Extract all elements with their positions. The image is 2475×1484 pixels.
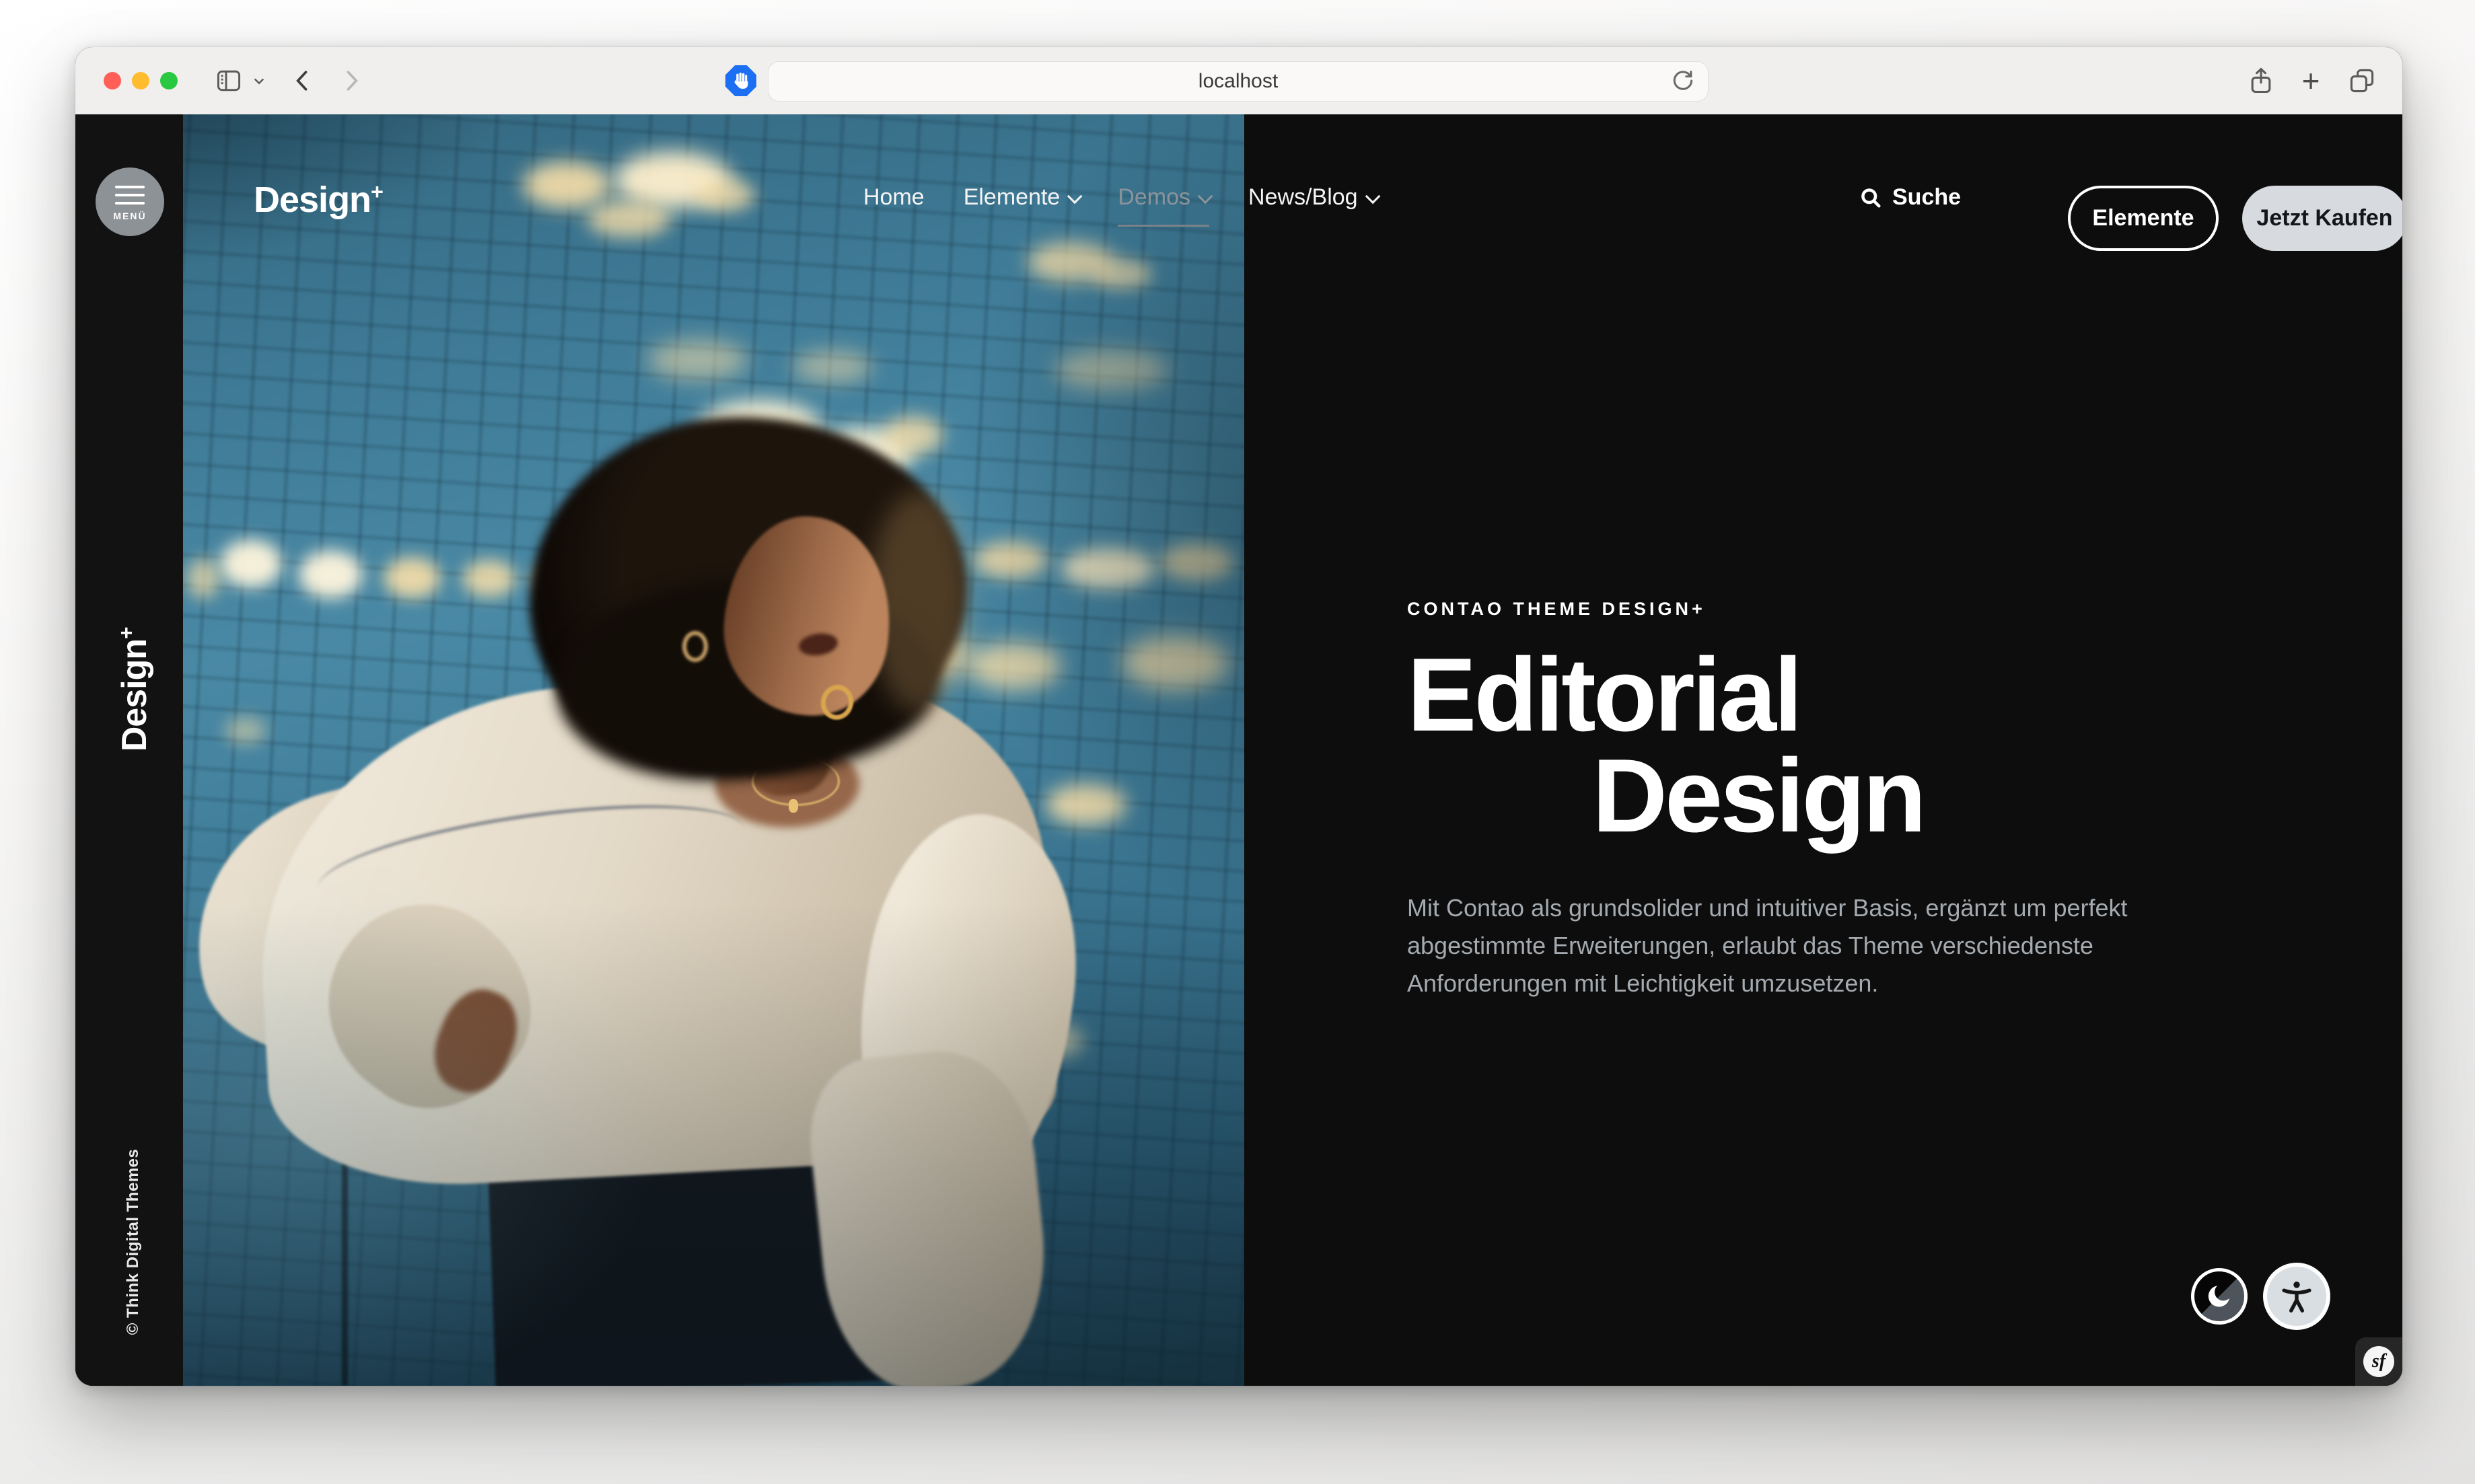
copyright-text: © Think Digital Themes	[124, 1149, 143, 1335]
chevron-down-icon	[1365, 188, 1380, 204]
symfony-logo: sf	[2363, 1346, 2394, 1377]
webpage: MENÜ Design+ © Think Digital Themes Desi…	[75, 114, 2402, 1386]
buy-now-button[interactable]: Jetzt Kaufen	[2242, 186, 2402, 251]
photo-shading	[183, 114, 1244, 1386]
elemente-button[interactable]: Elemente	[2068, 186, 2219, 251]
site-logo[interactable]: Design+	[254, 179, 383, 221]
browser-toolbar: localhost +	[75, 47, 2402, 115]
chevron-down-icon	[1198, 188, 1213, 204]
back-button[interactable]	[288, 66, 318, 96]
hero-photo	[183, 114, 1244, 1386]
chevron-down-icon	[1067, 188, 1083, 204]
vertical-logo: Design+	[114, 628, 155, 752]
left-rail: MENÜ Design+ © Think Digital Themes	[75, 114, 183, 1386]
tab-overview-icon[interactable]	[2347, 66, 2377, 96]
symfony-profiler-badge[interactable]: sf	[2355, 1337, 2402, 1386]
search-label: Suche	[1892, 184, 1961, 211]
address-bar-url: localhost	[1198, 70, 1278, 93]
minimize-window-button[interactable]	[132, 72, 149, 89]
nav-item-home[interactable]: Home	[863, 184, 925, 211]
hero-eyebrow: CONTAO THEME DESIGN+	[1407, 599, 1706, 620]
forward-button[interactable]	[336, 66, 366, 96]
accessibility-button[interactable]	[2263, 1263, 2330, 1330]
site-header: Design+ Home Elemente Demos News/Blog	[75, 114, 2402, 296]
moon-icon	[2204, 1282, 2234, 1311]
share-icon[interactable]	[2246, 66, 2276, 96]
search-icon	[1859, 186, 1883, 210]
nav-item-news-blog[interactable]: News/Blog	[1248, 184, 1377, 211]
zoom-window-button[interactable]	[160, 72, 178, 89]
hero-description: Mit Contao als grundsolider und intuitiv…	[1407, 889, 2188, 1002]
search-button[interactable]: Suche	[1859, 184, 1961, 211]
hero-title: Editorial Design	[1407, 644, 1924, 846]
safari-window: localhost +	[75, 47, 2402, 1386]
logo-plus: +	[115, 628, 139, 639]
nav-item-elemente[interactable]: Elemente	[964, 184, 1079, 211]
sidebar-toggle-icon[interactable]	[214, 66, 244, 96]
close-window-button[interactable]	[104, 72, 121, 89]
desktop-background: localhost +	[0, 0, 2475, 1484]
logo-plus: +	[371, 180, 383, 204]
nav-item-demos[interactable]: Demos	[1118, 184, 1209, 211]
content-blocker-shield-icon[interactable]	[725, 65, 756, 96]
dark-mode-toggle[interactable]	[2191, 1268, 2248, 1325]
chevron-down-icon[interactable]	[249, 66, 269, 96]
new-tab-icon[interactable]: +	[2296, 66, 2326, 96]
accessibility-icon	[2279, 1278, 2315, 1314]
address-bar[interactable]: localhost	[768, 61, 1709, 102]
main-navigation: Home Elemente Demos News/Blog	[863, 184, 1377, 211]
reload-icon[interactable]	[1670, 68, 1696, 94]
